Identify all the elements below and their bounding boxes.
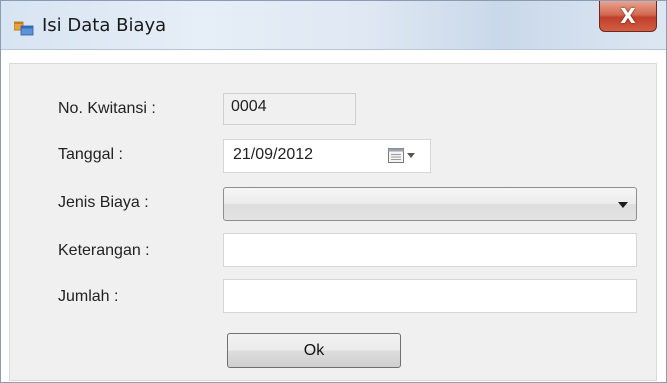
tanggal-label: Tanggal : [58, 146, 123, 163]
form-window-icon [14, 21, 34, 36]
kwitansi-label: No. Kwitansi : [58, 100, 156, 117]
calendar-icon[interactable] [388, 148, 404, 163]
jenis-biaya-select[interactable] [223, 187, 637, 221]
window-title: Isi Data Biaya [42, 15, 167, 36]
tanggal-value[interactable]: 21/09/2012 [233, 146, 313, 164]
kwitansi-value: 0004 [231, 98, 267, 115]
keterangan-label: Keterangan : [58, 242, 150, 259]
ok-button-label: Ok [303, 341, 325, 359]
title-bar[interactable]: Isi Data Biaya X [1, 1, 666, 50]
close-icon: X [620, 4, 636, 28]
ok-button[interactable]: Ok [227, 333, 401, 368]
keterangan-input[interactable] [223, 233, 637, 267]
jumlah-label: Jumlah : [58, 288, 119, 305]
chevron-down-icon[interactable] [407, 153, 415, 158]
tanggal-datepicker[interactable]: 21/09/2012 [223, 139, 431, 173]
dialog-window: Isi Data Biaya X No. Kwitansi : 0004 Tan… [0, 0, 667, 383]
jumlah-input[interactable] [223, 279, 637, 313]
dropdown-arrow-icon[interactable] [618, 202, 628, 208]
close-button[interactable]: X [599, 1, 657, 32]
jenis-biaya-label: Jenis Biaya : [58, 194, 149, 211]
